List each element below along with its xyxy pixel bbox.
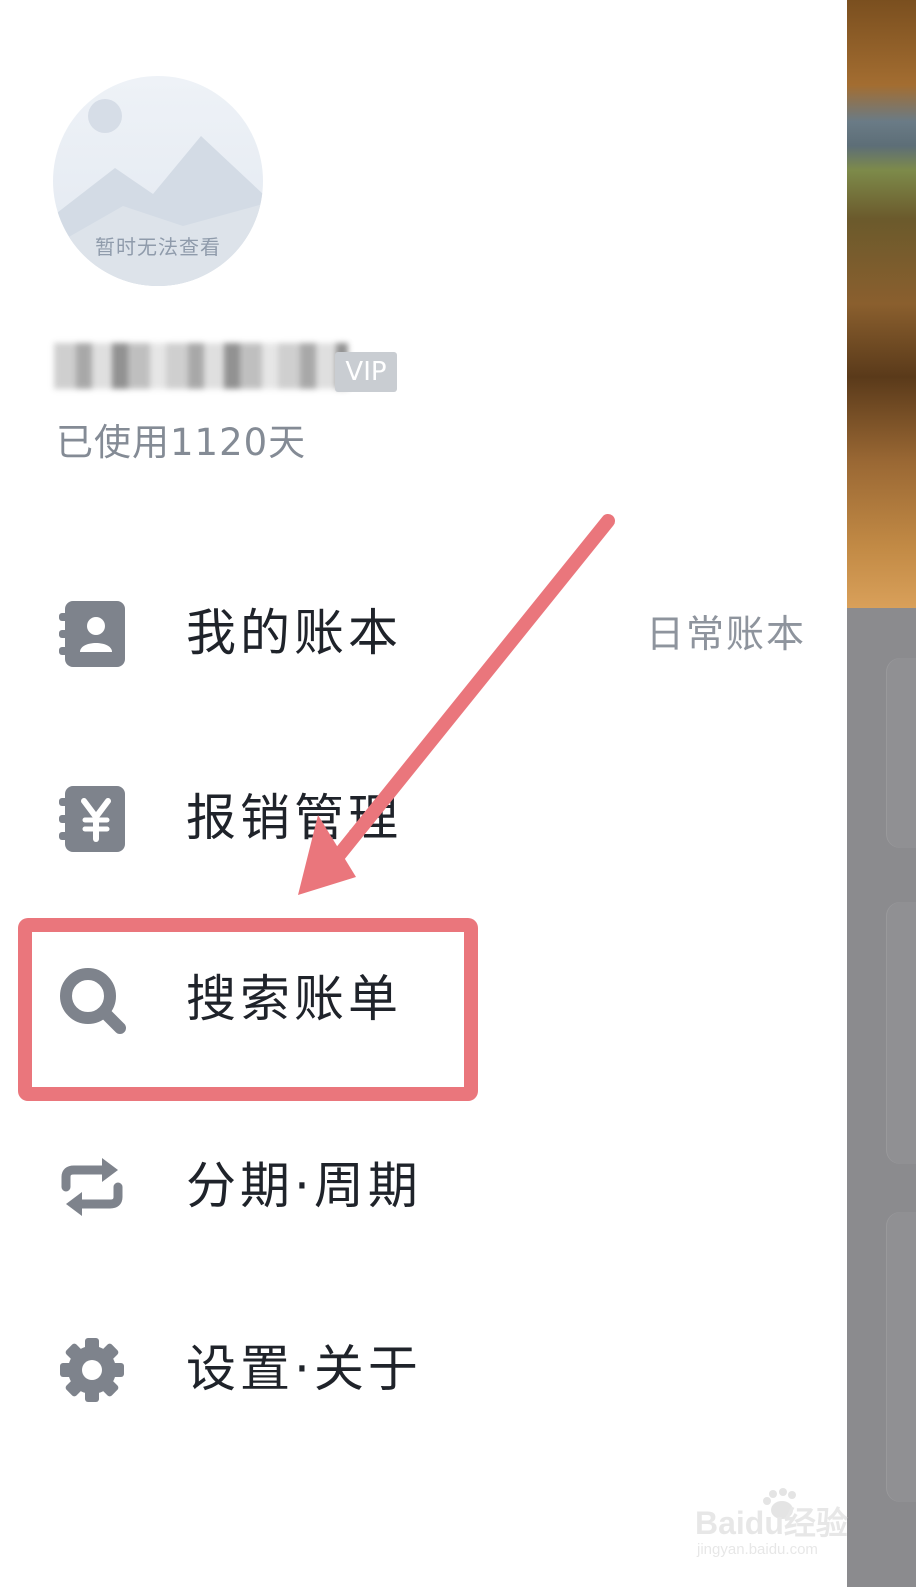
annotation-arrow [298,514,615,895]
svg-text:Baidu经验: Baidu经验 [695,1505,848,1541]
baidu-jingyan-watermark: Baidu经验 jingyan.baidu.com [695,1488,848,1558]
svg-text:jingyan.baidu.com: jingyan.baidu.com [696,1541,818,1558]
annotation-highlight-box [18,918,478,1101]
